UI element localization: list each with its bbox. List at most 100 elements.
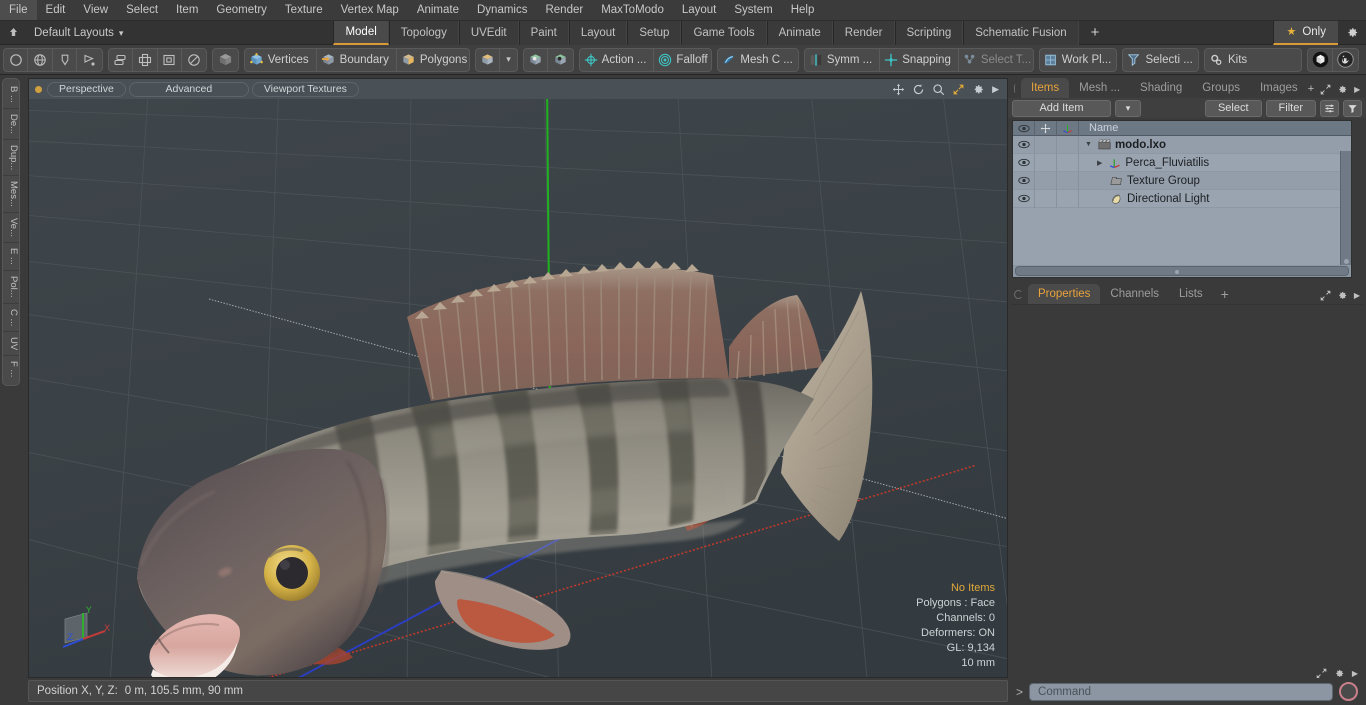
left-tab-deform[interactable]: De...	[3, 109, 19, 140]
add-item-dropdown[interactable]: ▾	[1114, 99, 1141, 117]
fit-icon[interactable]	[952, 83, 965, 96]
tab-render[interactable]: Render	[832, 20, 895, 45]
row-transform-cell[interactable]	[1057, 135, 1079, 154]
tree-expander-icon[interactable]: ▶	[1097, 159, 1102, 167]
tab-setup[interactable]: Setup	[627, 20, 682, 45]
command-input[interactable]: Command	[1029, 682, 1333, 701]
mesh-constraint-button[interactable]: Mesh C ...	[718, 49, 798, 71]
tab-shading[interactable]: Shading	[1130, 78, 1192, 98]
tab-game-tools[interactable]: Game Tools	[681, 20, 767, 45]
panel-arrow-icon[interactable]: ▶	[1354, 85, 1360, 94]
slice-tool-icon[interactable]	[77, 49, 101, 71]
row-label-texture-group[interactable]: Texture Group	[1079, 175, 1200, 187]
viewport-3d[interactable]: Y X Z No Items Polygons : Face Channels:…	[28, 78, 1008, 678]
list-options-icon[interactable]	[1320, 99, 1339, 117]
add-item-button[interactable]: Add Item	[1012, 99, 1111, 117]
vertices-mode-button[interactable]: Vertices	[245, 48, 317, 71]
only-toggle[interactable]: ★ Only	[1273, 20, 1338, 45]
menu-item-view[interactable]: View	[74, 0, 117, 20]
selection-set-button[interactable]: Selecti ...	[1123, 49, 1198, 71]
boundary-mode-button[interactable]: Boundary	[317, 48, 397, 71]
properties-body[interactable]	[1011, 304, 1363, 666]
select-button[interactable]: Select	[1204, 99, 1262, 117]
viewport-active-dot[interactable]	[35, 85, 42, 93]
perch-fish-3d-model[interactable]	[29, 79, 1008, 678]
tab-mesh[interactable]: Mesh ...	[1069, 78, 1130, 98]
row-label-scene[interactable]: ▼ modo.lxo	[1079, 139, 1166, 151]
filter-button[interactable]: Filter	[1265, 99, 1316, 117]
left-tab-mesh[interactable]: Mes...	[3, 176, 19, 214]
modo-ball-icon[interactable]	[1308, 48, 1334, 71]
cube-blue-a-icon[interactable]	[524, 48, 549, 71]
default-layouts-selector[interactable]: Default Layouts ▾	[26, 22, 131, 44]
tab-paint[interactable]: Paint	[518, 20, 569, 45]
menu-item-help[interactable]: Help	[782, 0, 824, 20]
menu-item-item[interactable]: Item	[167, 0, 207, 20]
row-transform-cell[interactable]	[1057, 171, 1079, 190]
left-tab-duplicate[interactable]: Dup...	[3, 140, 19, 177]
row-visibility-toggle[interactable]	[1013, 189, 1035, 208]
menu-item-dynamics[interactable]: Dynamics	[468, 0, 536, 20]
panel-grip-icon[interactable]	[1014, 290, 1023, 299]
tab-animate[interactable]: Animate	[766, 20, 833, 45]
table-row[interactable]: Directional Light	[1013, 189, 1351, 208]
expand-icon[interactable]	[1316, 668, 1327, 679]
pen-tool-icon[interactable]	[53, 48, 78, 71]
square-tool-icon[interactable]	[158, 48, 182, 71]
viewport-gear-icon[interactable]	[972, 83, 985, 96]
ellipse-tool-icon[interactable]	[182, 49, 206, 71]
row-lock-cell[interactable]	[1035, 189, 1057, 208]
globe-tool-icon[interactable]	[28, 48, 53, 71]
layers-tool-icon[interactable]	[109, 48, 134, 71]
left-tab-basic[interactable]: B ...	[3, 81, 19, 109]
work-plane-button[interactable]: Work Pl...	[1040, 49, 1117, 71]
left-tab-fusion[interactable]: F ...	[3, 356, 19, 382]
funnel-icon[interactable]	[1343, 99, 1362, 117]
menu-item-vertex-map[interactable]: Vertex Map	[332, 0, 408, 20]
add-properties-tab-button[interactable]: +	[1213, 284, 1237, 304]
add-tab-icon[interactable]: +	[1308, 83, 1314, 95]
tab-model[interactable]: Model	[333, 20, 389, 45]
panel-gear-icon[interactable]	[1337, 290, 1348, 301]
row-lock-cell[interactable]	[1035, 135, 1057, 154]
menu-item-texture[interactable]: Texture	[276, 0, 332, 20]
cube-blue-b-icon[interactable]	[548, 49, 572, 71]
home-icon[interactable]	[0, 22, 26, 44]
zoom-icon[interactable]	[932, 83, 945, 96]
tab-images[interactable]: Images	[1250, 78, 1308, 98]
panel-arrow-icon[interactable]: ▶	[1352, 669, 1358, 678]
tab-lists[interactable]: Lists	[1169, 284, 1213, 304]
gear-icon[interactable]	[1338, 21, 1366, 45]
tab-layout[interactable]: Layout	[568, 20, 628, 45]
tab-groups[interactable]: Groups	[1192, 78, 1250, 98]
tab-schematic-fusion[interactable]: Schematic Fusion	[963, 20, 1079, 45]
row-transform-cell[interactable]	[1057, 153, 1079, 172]
falloff-button[interactable]: Falloff	[654, 49, 711, 71]
left-tab-polygon[interactable]: Pol...	[3, 271, 19, 304]
row-label-directional-light[interactable]: Directional Light	[1079, 193, 1209, 205]
left-tab-uv[interactable]: UV	[3, 332, 19, 357]
panel-gear-icon[interactable]	[1334, 668, 1345, 679]
cube-dark-icon[interactable]	[213, 49, 237, 71]
add-layout-tab-button[interactable]: +	[1079, 21, 1112, 45]
panel-grip-icon[interactable]	[1014, 84, 1016, 93]
row-lock-cell[interactable]	[1035, 171, 1057, 190]
row-visibility-toggle[interactable]	[1013, 171, 1035, 190]
cube-orange-icon[interactable]	[476, 48, 501, 71]
table-row[interactable]: ▶ Perca_Fluviatilis	[1013, 153, 1351, 172]
row-label-mesh[interactable]: ▶ Perca_Fluviatilis	[1079, 157, 1209, 169]
panel-arrow-icon[interactable]: ▶	[1354, 291, 1360, 300]
table-row[interactable]: Texture Group	[1013, 171, 1351, 190]
expand-icon[interactable]	[1320, 84, 1331, 95]
action-center-button[interactable]: Action ...	[580, 48, 655, 71]
pan-icon[interactable]	[892, 83, 905, 96]
menu-item-render[interactable]: Render	[536, 0, 592, 20]
dropdown-caret-icon[interactable]: ▾	[500, 49, 517, 71]
tab-properties[interactable]: Properties	[1028, 284, 1101, 304]
mirror-tool-icon[interactable]	[133, 48, 158, 71]
tab-topology[interactable]: Topology	[388, 20, 459, 45]
menu-item-geometry[interactable]: Geometry	[207, 0, 276, 20]
item-tree[interactable]: Name ▼ modo.lxo ▶ Perca_Fluviatilis Text…	[1012, 120, 1352, 278]
unreal-engine-icon[interactable]	[1333, 49, 1358, 71]
circle-tool-icon[interactable]	[4, 48, 29, 71]
